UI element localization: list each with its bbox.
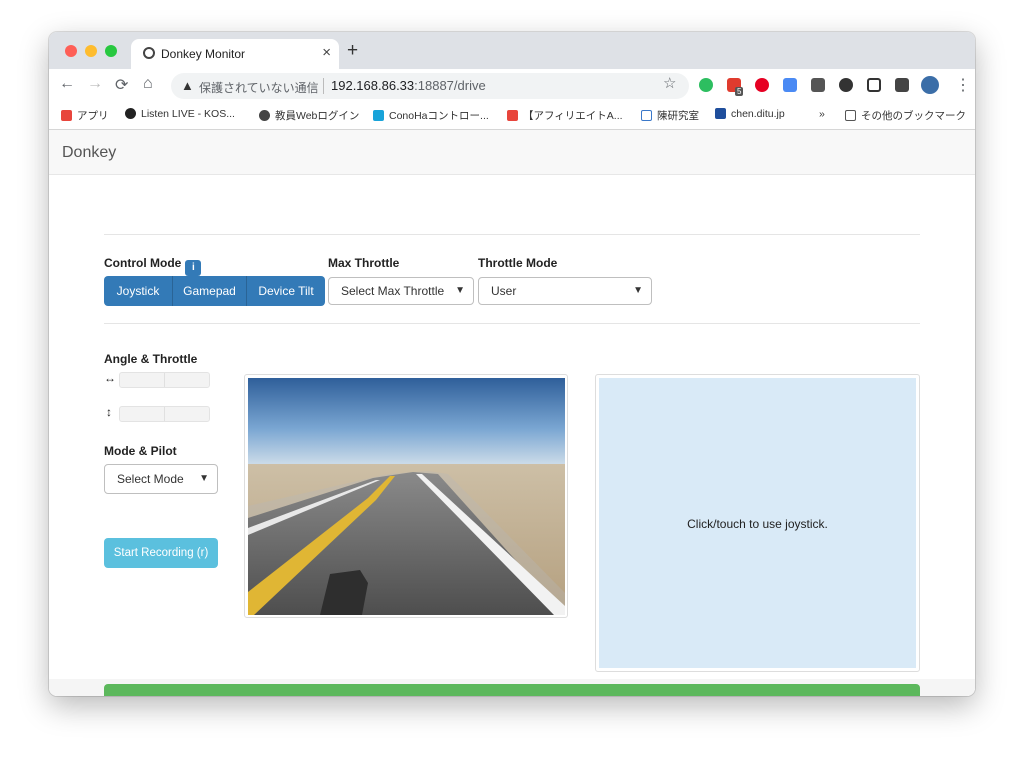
divider (104, 234, 920, 235)
horizontal-arrow-icon: ↔ (104, 371, 116, 385)
start-recording-button[interactable]: Start Recording (r) (104, 538, 218, 568)
close-window-button[interactable] (65, 45, 77, 57)
camera-feed-frame (244, 374, 568, 618)
bookmark-chen-ditu[interactable]: chen.ditu.jp (715, 108, 785, 120)
extension-badge: 5 (735, 87, 744, 96)
bookmark-overflow[interactable]: » (819, 108, 825, 120)
control-mode-label: Control Mode i (104, 256, 202, 276)
star-icon[interactable]: ☆ (663, 74, 676, 92)
joystick-area[interactable]: Click/touch to use joystick. (599, 378, 916, 668)
maximize-window-button[interactable] (105, 45, 117, 57)
tab-donkey-monitor[interactable]: Donkey Monitor × (131, 39, 339, 69)
throttle-mode-value: User (491, 284, 517, 298)
extension-square-icon[interactable] (811, 78, 825, 92)
url-path: :18887/drive (414, 78, 486, 93)
security-label: 保護されていない通信 (199, 81, 319, 95)
browser-toolbar: ← → ⟳ ⌂ ▲ 保護されていない通信 192.168.86.33:18887… (49, 69, 975, 103)
bookmark-listen-live[interactable]: Listen LIVE - KOS... (125, 108, 235, 120)
brand-title[interactable]: Donkey (62, 144, 116, 162)
translate-icon[interactable] (783, 78, 797, 92)
info-icon[interactable]: i (185, 260, 202, 276)
bookmark-label: その他のブックマーク (861, 110, 966, 122)
bookmark-label: ConoHaコントロー... (389, 110, 489, 122)
bookmark-label: Listen LIVE - KOS... (141, 108, 235, 120)
extension-circle-icon[interactable] (839, 78, 853, 92)
bookmark-conoha[interactable]: ConoHaコントロー... (373, 108, 489, 123)
chevron-down-icon: ▼ (199, 473, 209, 484)
joystick-mode-button[interactable]: Joystick (104, 276, 172, 306)
bookmark-label: 陳研究室 (657, 110, 699, 122)
bookmark-affiliate[interactable]: 【アフィリエイトA... (507, 108, 623, 123)
listen-icon (125, 108, 136, 119)
page-icon (641, 110, 652, 121)
gamepad-mode-button[interactable]: Gamepad (173, 276, 246, 306)
bookmark-label: 【アフィリエイトA... (523, 110, 623, 122)
url-host: 192.168.86.33 (331, 78, 415, 93)
max-throttle-select[interactable]: Select Max Throttle ▼ (328, 277, 474, 305)
joystick-hint: Click/touch to use joystick. (687, 517, 828, 531)
page-icon (715, 108, 726, 119)
bookmark-other-folder[interactable]: その他のブックマーク (845, 108, 966, 123)
extensions-icon[interactable] (895, 78, 909, 92)
app-navbar: Donkey (49, 130, 975, 175)
bookmarks-bar: アプリ Listen LIVE - KOS... 教員Webログイン ConoH… (49, 103, 975, 130)
address-bar[interactable]: ▲ 保護されていない通信 192.168.86.33:18887/drive (171, 73, 689, 99)
joystick-frame: Click/touch to use joystick. (595, 374, 920, 672)
a8-icon (507, 110, 518, 121)
pinterest-icon[interactable] (755, 78, 769, 92)
throttle-slider[interactable] (119, 406, 210, 422)
warning-icon: ▲ (181, 78, 194, 93)
minimize-window-button[interactable] (85, 45, 97, 57)
evernote-icon[interactable] (699, 78, 713, 92)
browser-window: Donkey Monitor × + ← → ⟳ ⌂ ▲ 保護されていない通信 … (49, 32, 975, 696)
divider (104, 323, 920, 324)
angle-slider[interactable] (119, 372, 210, 388)
vertical-arrow-icon: ↕ (106, 405, 112, 419)
globe-icon (143, 47, 155, 59)
camera-feed-image (248, 378, 565, 615)
control-mode-group: Joystick Gamepad Device Tilt (104, 276, 325, 306)
home-icon[interactable]: ⌂ (143, 75, 153, 93)
slider-center-mark (164, 407, 165, 421)
bookmark-apps[interactable]: アプリ (61, 108, 109, 123)
throttle-mode-select[interactable]: User ▼ (478, 277, 652, 305)
throttle-mode-label: Throttle Mode (478, 256, 558, 270)
bookmark-label: アプリ (77, 110, 109, 122)
start-vehicle-button[interactable]: Start Vehicle (space) (104, 684, 920, 696)
divider (323, 78, 324, 94)
forward-arrow-icon[interactable]: → (87, 75, 103, 93)
tab-close-icon[interactable]: × (322, 44, 331, 61)
apps-grid-icon (61, 110, 72, 121)
back-arrow-icon[interactable]: ← (59, 75, 75, 93)
angle-throttle-label: Angle & Throttle (104, 352, 198, 366)
globe-icon (259, 110, 270, 121)
control-mode-text: Control Mode (104, 256, 182, 270)
folder-icon (845, 110, 856, 121)
max-throttle-value: Select Max Throttle (341, 284, 445, 298)
road-scene-image (248, 378, 565, 615)
slider-center-mark (164, 373, 165, 387)
device-tilt-mode-button[interactable]: Device Tilt (247, 276, 325, 306)
max-throttle-label: Max Throttle (328, 256, 400, 270)
notion-icon[interactable] (867, 78, 881, 92)
tab-strip: Donkey Monitor × + (49, 32, 975, 69)
reload-icon[interactable]: ⟳ (115, 75, 128, 95)
menu-icon[interactable]: ⋮ (955, 75, 971, 95)
chevron-down-icon: ▼ (455, 285, 465, 296)
mode-value: Select Mode (117, 472, 184, 486)
bookmark-chen-lab[interactable]: 陳研究室 (641, 108, 699, 123)
tab-title: Donkey Monitor (161, 47, 246, 61)
profile-avatar-icon[interactable] (921, 76, 939, 94)
url-text: 192.168.86.33:18887/drive (331, 78, 486, 93)
mode-pilot-label: Mode & Pilot (104, 444, 177, 458)
chevron-down-icon: ▼ (633, 285, 643, 296)
bookmark-faculty-login[interactable]: 教員Webログイン (259, 108, 359, 123)
page-content: Donkey Control Mode i Joystick Gamepad De… (49, 130, 975, 696)
conoha-icon (373, 110, 384, 121)
mode-select[interactable]: Select Mode ▼ (104, 464, 218, 494)
new-tab-button[interactable]: + (347, 40, 358, 62)
bookmark-label: chen.ditu.jp (731, 108, 785, 120)
bookmark-label: 教員Webログイン (275, 110, 360, 122)
